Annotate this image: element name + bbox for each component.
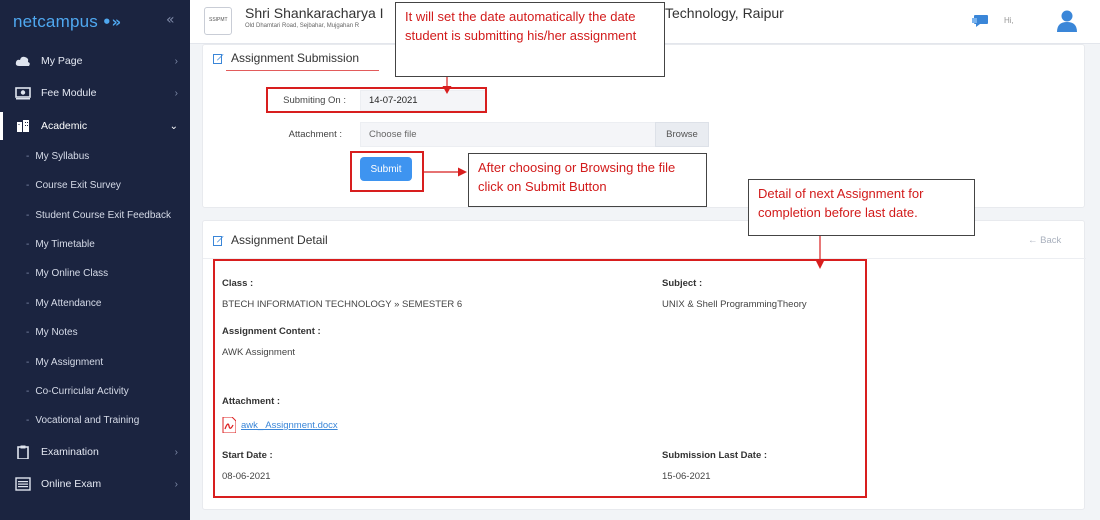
brand-logo[interactable]: netcampus •» « [0,0,190,44]
detail-annotation-callout: Detail of next Assignment for completion… [748,179,975,236]
sidebar-subitem-course-exit-survey[interactable]: - Course Exit Survey [0,173,190,197]
chevron-right-icon: › [174,478,178,490]
institute-logo: SSIPMT [204,7,232,35]
brand-name: netcampus [13,12,98,31]
sidebar: netcampus •» « My Page › Fee Module › Ac… [0,0,190,520]
chat-icon[interactable] [972,14,990,28]
sidebar-subitem-label: My Timetable [35,238,95,250]
sidebar-item-label: Academic [41,120,88,132]
sidebar-subitem-my-attendance[interactable]: - My Attendance [0,291,190,315]
dash-icon: - [26,238,30,250]
sidebar-subitem-label: My Attendance [35,297,102,309]
submit-annotation-callout: After choosing or Browsing the file clic… [468,153,707,207]
dash-icon: - [26,356,30,368]
back-link[interactable]: ← Back [1028,235,1061,246]
sidebar-item-fee-module[interactable]: Fee Module › [0,79,190,107]
sidebar-subitem-label: Vocational and Training [35,414,140,426]
sidebar-item-label: Fee Module [41,87,97,99]
sidebar-subitem-label: Student Course Exit Feedback [35,209,171,221]
dash-icon: - [26,150,30,162]
sidebar-subitem-label: My Online Class [35,267,109,279]
chevron-right-icon: › [174,87,178,99]
sidebar-subitem-vocational-and-training[interactable]: - Vocational and Training [0,408,190,432]
chevron-right-icon: › [174,446,178,458]
edit-icon [213,235,224,246]
sidebar-item-my-page[interactable]: My Page › [0,47,190,75]
sidebar-subitem-label: My Notes [35,326,78,338]
dash-icon: - [26,267,30,279]
sidebar-subitem-my-notes[interactable]: - My Notes [0,320,190,344]
title-underline [226,70,379,71]
sidebar-subitem-my-assignment[interactable]: - My Assignment [0,350,190,374]
dash-icon: - [26,385,30,397]
user-greeting: Hi, [1004,16,1014,25]
dash-icon: - [26,326,30,338]
sidebar-subitem-label: My Syllabus [35,150,90,162]
money-icon [15,87,31,100]
assignment-submission-title: Assignment Submission [231,51,360,65]
dash-icon: - [26,209,30,221]
sidebar-item-academic[interactable]: Academic ⌄ [0,112,190,140]
sidebar-subitem-my-online-class[interactable]: - My Online Class [0,261,190,285]
institute-name: Shri Shankaracharya I [245,5,384,21]
chevron-right-icon: › [174,55,178,67]
sidebar-subitem-co-curricular-activity[interactable]: - Co-Curricular Activity [0,379,190,403]
clipboard-icon [17,445,29,459]
edit-icon [213,53,224,64]
submit-button-highlight [350,151,424,192]
building-icon [17,120,29,132]
submitting-on-highlight [266,87,487,113]
cloud-icon [15,56,30,66]
sidebar-subitem-label: Co-Curricular Activity [35,385,129,397]
sidebar-item-online-exam[interactable]: Online Exam › [0,470,190,498]
institute-logo-text: SSIPMT [209,17,228,23]
sidebar-item-label: Online Exam [41,478,102,490]
card-title: Assignment Detail [213,233,328,247]
sidebar-subitem-label: Course Exit Survey [35,179,121,191]
date-annotation-callout: It will set the date automatically the d… [395,2,665,77]
sidebar-subitem-label: My Assignment [35,356,104,368]
dash-icon: - [26,414,30,426]
collapse-sidebar-icon[interactable]: « [166,12,175,28]
sidebar-item-label: My Page [41,55,83,67]
browse-button[interactable]: Browse [655,122,709,147]
list-icon [15,477,31,491]
dash-icon: - [26,179,30,191]
user-avatar-icon[interactable] [1056,9,1078,33]
sidebar-subitem-my-timetable[interactable]: - My Timetable [0,232,190,256]
chevron-down-icon: ⌄ [169,120,178,132]
dash-icon: - [26,297,30,309]
attachment-placeholder: Choose file [369,129,417,140]
attachment-label: Attachment : [288,129,342,140]
assignment-detail-highlight [213,259,867,498]
sidebar-subitem-student-course-exit-feedback[interactable]: - Student Course Exit Feedback [0,203,190,227]
sidebar-subitem-my-syllabus[interactable]: - My Syllabus [0,144,190,168]
institute-name-continued: Technology, Raipur [665,5,784,21]
card-title: Assignment Submission [213,51,359,65]
sidebar-item-label: Examination [41,446,99,458]
brand-mark: •» [101,13,122,31]
institute-address: Old Dhamtari Road, Sejbahar, Mujgahan R [245,23,360,29]
assignment-detail-title: Assignment Detail [231,233,328,247]
sidebar-item-examination[interactable]: Examination › [0,438,190,466]
